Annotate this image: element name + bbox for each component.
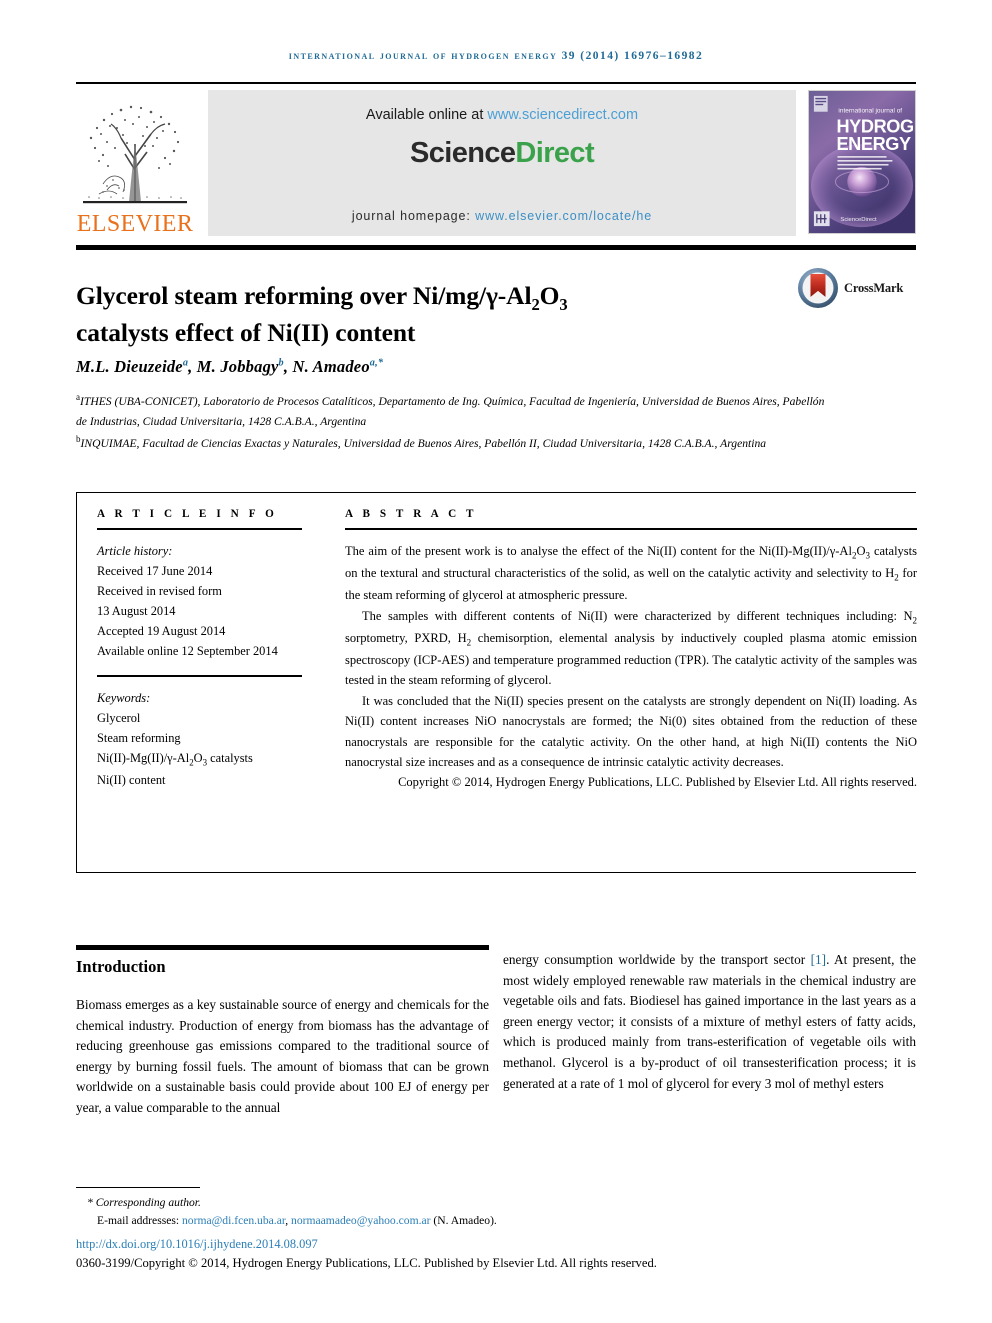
body-paragraph: energy consumption worldwide by the tran…: [503, 950, 916, 1094]
title-top-rule: [76, 245, 916, 250]
available-online-line: Available online at www.sciencedirect.co…: [208, 107, 796, 123]
title-sub-3: 3: [559, 295, 568, 315]
footnote-block: * Corresponding author. E-mail addresses…: [76, 1194, 916, 1231]
introduction-top-bar: [76, 945, 489, 950]
title-line1-part1: Glycerol steam reforming over Ni/mg/γ-Al: [76, 281, 532, 311]
abstract-body: The aim of the present work is to analys…: [345, 541, 917, 793]
keywords-block: Keywords: Glycerol Steam reforming Ni(II…: [97, 688, 302, 790]
author-affil-marker: a,*: [369, 357, 384, 369]
journal-homepage-label: journal homepage:: [351, 209, 476, 223]
info-section-bottom-rule: [76, 872, 916, 873]
body-column-right: energy consumption worldwide by the tran…: [503, 950, 916, 1094]
corresponding-author-note: * Corresponding author.: [87, 1196, 201, 1209]
keyword-item: Steam reforming: [97, 730, 181, 745]
affiliation-text: INQUIMAE, Facultad de Ciencias Exactas y…: [80, 436, 767, 450]
abstract-copyright: Copyright © 2014, Hydrogen Energy Public…: [398, 775, 917, 790]
keyword-item: Ni(II) content: [97, 772, 166, 787]
elsevier-logo: ELSEVIER: [76, 90, 194, 236]
sciencedirect-logo-science: Science: [409, 137, 516, 169]
keyword-item: Glycerol: [97, 710, 141, 725]
title-sub-2: 2: [531, 295, 540, 315]
abstract-column: A B S T R A C T The aim of the present w…: [345, 508, 917, 793]
sciencedirect-url-link[interactable]: www.sciencedirect.com: [487, 107, 638, 123]
info-section-top-rule: [76, 492, 916, 493]
sciencedirect-logo-direct: Direct: [515, 137, 595, 169]
issn-copyright-line: 0360-3199/Copyright © 2014, Hydrogen Ene…: [76, 1256, 657, 1270]
abstract-p2-a: The samples with different contents of N…: [362, 608, 913, 623]
journal-homepage-link[interactable]: www.elsevier.com/locate/he: [475, 209, 652, 223]
abstract-paragraph: It was concluded that the Ni(II) species…: [345, 693, 917, 769]
author-name: M. Jobbagy: [196, 357, 279, 376]
svg-text:ENERGY: ENERGY: [836, 134, 911, 154]
email-link-2[interactable]: normaamadeo@yahoo.com.ar: [291, 1214, 430, 1227]
running-head: International Journal of Hydrogen Energy…: [288, 50, 704, 62]
history-item: Received in revised form: [97, 584, 222, 599]
info-divider: [97, 674, 302, 677]
journal-homepage-line: journal homepage: www.elsevier.com/locat…: [208, 209, 796, 223]
abstract-p2-b: sorptometry, PXRD, H: [345, 630, 467, 645]
article-info-heading: A R T I C L E I N F O: [97, 508, 278, 520]
svg-text:ScienceDirect: ScienceDirect: [840, 217, 877, 223]
keywords-label: Keywords:: [97, 690, 151, 705]
footnote-rule: [76, 1187, 200, 1188]
author-name: M.L. Dieuzeide: [76, 357, 183, 376]
abstract-heading-rule: [345, 528, 917, 530]
body-column-left: Biomass emerges as a key sustainable sou…: [76, 995, 489, 1119]
article-info-heading-rule: [97, 528, 302, 530]
history-item: Available online 12 September 2014: [97, 644, 278, 659]
history-item: Received 17 June 2014: [97, 564, 213, 579]
abstract-p1-a: The aim of the present work is to analys…: [345, 544, 852, 558]
introduction-heading: Introduction: [76, 957, 166, 976]
author-name: N. Amadeo: [292, 357, 370, 376]
article-history-block: Article history: Received 17 June 2014 R…: [97, 541, 302, 662]
email-addresses-line: E-mail addresses: norma@di.fcen.uba.ar, …: [76, 1212, 916, 1230]
available-online-label: Available online at: [365, 107, 488, 123]
doi-link[interactable]: http://dx.doi.org/10.1016/j.ijhydene.201…: [76, 1237, 318, 1252]
article-page: International Journal of Hydrogen Energy…: [0, 0, 992, 1323]
abstract-heading: A B S T R A C T: [345, 508, 478, 520]
elsevier-wordmark: ELSEVIER: [76, 211, 194, 237]
abstract-sub: 2: [912, 615, 918, 626]
affiliation-text: ITHES (UBA-CONICET), Laboratorio de Proc…: [76, 394, 825, 428]
article-history-label: Article history:: [97, 544, 173, 558]
author-affil-marker: a: [182, 357, 189, 369]
affiliation-list: aITHES (UBA-CONICET), Laboratorio de Pro…: [76, 390, 836, 454]
body-text-b: . At present, the most widely employed r…: [503, 952, 916, 1091]
body-paragraph: Biomass emerges as a key sustainable sou…: [76, 997, 489, 1116]
info-section-left-rule: [76, 492, 77, 873]
svg-text:international journal of: international journal of: [838, 108, 902, 115]
masthead-banner: ELSEVIER Available online at www.science…: [76, 82, 916, 240]
sciencedirect-logo[interactable]: ScienceDirect: [208, 137, 796, 170]
sciencedirect-band: Available online at www.sciencedirect.co…: [208, 90, 796, 236]
crossmark-label: CrossMark: [844, 280, 904, 295]
history-item: 13 August 2014: [97, 604, 176, 619]
crossmark-icon: [798, 268, 838, 308]
keyword-item: Ni(II)-Mg(II)/γ-Al2O3 catalysts: [97, 748, 302, 770]
author-affil-marker: b: [278, 357, 284, 369]
keyword-catalysts-c: catalysts: [207, 750, 253, 765]
abstract-paragraph: The aim of the present work is to analys…: [345, 541, 917, 606]
crossmark-badge[interactable]: CrossMark: [797, 264, 919, 312]
affiliation-item: aITHES (UBA-CONICET), Laboratorio de Pro…: [76, 390, 836, 432]
keyword-catalysts-b: O: [193, 750, 203, 765]
article-info-column: A R T I C L E I N F O Article history: R…: [97, 508, 302, 790]
abstract-paragraph: The samples with different contents of N…: [345, 606, 917, 691]
history-item: Accepted 19 August 2014: [97, 624, 226, 639]
elsevier-tree-icon: [77, 98, 193, 210]
author-list: M.L. Dieuzeidea, M. Jobbagyb, N. Amadeoa…: [76, 357, 384, 376]
journal-cover-thumbnail[interactable]: international journal of HYDROGEN ENERGY…: [808, 90, 916, 234]
title-line1-part2: O: [539, 281, 560, 311]
email-suffix: (N. Amadeo).: [430, 1214, 497, 1228]
email-label: E-mail addresses:: [97, 1214, 182, 1228]
title-line2: catalysts effect of Ni(II) content: [76, 318, 416, 348]
body-text-a: energy consumption worldwide by the tran…: [503, 952, 811, 967]
keyword-catalysts-a: Ni(II)-Mg(II)/γ-Al: [97, 750, 190, 765]
citation-reference-1[interactable]: [1]: [811, 952, 827, 967]
email-link-1[interactable]: norma@di.fcen.uba.ar: [182, 1214, 285, 1227]
page-title: Glycerol steam reforming over Ni/mg/γ-Al…: [76, 279, 776, 350]
affiliation-item: bINQUIMAE, Facultad de Ciencias Exactas …: [76, 432, 836, 454]
